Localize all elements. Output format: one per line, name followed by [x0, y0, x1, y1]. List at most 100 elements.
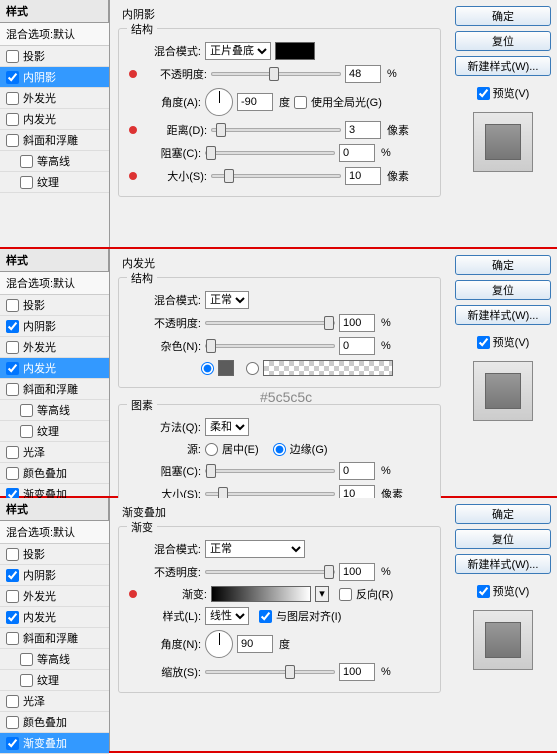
global-light-checkbox[interactable]	[294, 96, 307, 109]
sidebar-item-texture[interactable]: 纹理	[0, 172, 109, 193]
sidebar-item-innershadow[interactable]: 内阴影	[0, 565, 109, 586]
checkbox[interactable]	[6, 611, 19, 624]
dropdown-icon[interactable]: ▾	[315, 586, 329, 602]
sidebar-item-outerglow[interactable]: 外发光	[0, 586, 109, 607]
sidebar-item-dropshadow[interactable]: 投影	[0, 46, 109, 67]
reset-button[interactable]: 复位	[455, 280, 551, 300]
color-swatch[interactable]	[218, 360, 234, 376]
sidebar-item-bevel[interactable]: 斜面和浮雕	[0, 379, 109, 400]
blend-options[interactable]: 混合选项:默认	[0, 23, 109, 46]
checkbox[interactable]	[6, 467, 19, 480]
sidebar-item-innerglow[interactable]: 内发光	[0, 358, 109, 379]
opacity-input[interactable]	[345, 65, 381, 83]
checkbox[interactable]	[6, 569, 19, 582]
sidebar-item-texture[interactable]: 纹理	[0, 670, 109, 691]
gradient-swatch[interactable]	[263, 360, 393, 376]
angle-dial[interactable]	[205, 88, 233, 116]
newstyle-button[interactable]: 新建样式(W)...	[455, 554, 551, 574]
ok-button[interactable]: 确定	[455, 504, 551, 524]
checkbox[interactable]	[20, 653, 33, 666]
checkbox[interactable]	[6, 299, 19, 312]
reverse-checkbox[interactable]	[339, 588, 352, 601]
sidebar-item-bevel[interactable]: 斜面和浮雕	[0, 628, 109, 649]
blendmode-select[interactable]: 正常	[205, 291, 249, 309]
sidebar-item-dropshadow[interactable]: 投影	[0, 295, 109, 316]
opacity-slider[interactable]	[205, 321, 335, 325]
noise-slider[interactable]	[205, 344, 335, 348]
checkbox[interactable]	[6, 446, 19, 459]
newstyle-button[interactable]: 新建样式(W)...	[455, 305, 551, 325]
checkbox[interactable]	[20, 404, 33, 417]
checkbox[interactable]	[6, 113, 19, 126]
checkbox[interactable]	[20, 674, 33, 687]
blend-options[interactable]: 混合选项:默认	[0, 521, 109, 544]
checkbox[interactable]	[6, 92, 19, 105]
ok-button[interactable]: 确定	[455, 6, 551, 26]
sidebar-item-innershadow[interactable]: 内阴影	[0, 67, 109, 88]
angle-input[interactable]	[237, 93, 273, 111]
sidebar-item-coloroverlay[interactable]: 颜色叠加	[0, 712, 109, 733]
choke-input[interactable]	[339, 144, 375, 162]
blendmode-select[interactable]: 正片叠底	[205, 42, 271, 60]
choke-slider[interactable]	[205, 469, 335, 473]
sidebar-item-satin[interactable]: 光泽	[0, 691, 109, 712]
checkbox[interactable]	[6, 341, 19, 354]
scale-input[interactable]	[339, 663, 375, 681]
checkbox[interactable]	[6, 50, 19, 63]
sidebar-item-texture[interactable]: 纹理	[0, 421, 109, 442]
checkbox[interactable]	[6, 362, 19, 375]
checkbox[interactable]	[6, 134, 19, 147]
size-slider[interactable]	[205, 492, 335, 496]
preview-checkbox[interactable]	[477, 87, 490, 100]
size-slider[interactable]	[211, 174, 341, 178]
checkbox[interactable]	[6, 548, 19, 561]
angle-dial[interactable]	[205, 630, 233, 658]
checkbox[interactable]	[6, 737, 19, 750]
angle-input[interactable]	[237, 635, 273, 653]
checkbox[interactable]	[6, 590, 19, 603]
checkbox[interactable]	[6, 632, 19, 645]
preview-checkbox[interactable]	[477, 585, 490, 598]
choke-input[interactable]	[339, 462, 375, 480]
sidebar-item-bevel[interactable]: 斜面和浮雕	[0, 130, 109, 151]
preview-checkbox[interactable]	[477, 336, 490, 349]
sidebar-item-outerglow[interactable]: 外发光	[0, 337, 109, 358]
choke-slider[interactable]	[205, 151, 335, 155]
ok-button[interactable]: 确定	[455, 255, 551, 275]
noise-input[interactable]	[339, 337, 375, 355]
distance-input[interactable]	[345, 121, 381, 139]
checkbox[interactable]	[6, 695, 19, 708]
opacity-slider[interactable]	[205, 570, 335, 574]
size-input[interactable]	[345, 167, 381, 185]
style-select[interactable]: 线性	[205, 607, 249, 625]
sidebar-item-dropshadow[interactable]: 投影	[0, 544, 109, 565]
reset-button[interactable]: 复位	[455, 529, 551, 549]
sidebar-item-satin[interactable]: 光泽	[0, 442, 109, 463]
distance-slider[interactable]	[211, 128, 341, 132]
checkbox[interactable]	[6, 716, 19, 729]
blend-options[interactable]: 混合选项:默认	[0, 272, 109, 295]
checkbox[interactable]	[20, 425, 33, 438]
scale-slider[interactable]	[205, 670, 335, 674]
sidebar-item-outerglow[interactable]: 外发光	[0, 88, 109, 109]
gradient-radio[interactable]	[246, 362, 259, 375]
sidebar-item-gradoverlay[interactable]: 渐变叠加	[0, 733, 109, 754]
reset-button[interactable]: 复位	[455, 31, 551, 51]
checkbox[interactable]	[20, 155, 33, 168]
technique-select[interactable]: 柔和	[205, 418, 249, 436]
sidebar-item-contour[interactable]: 等高线	[0, 151, 109, 172]
sidebar-item-contour[interactable]: 等高线	[0, 649, 109, 670]
source-edge-radio[interactable]	[273, 443, 286, 456]
sidebar-item-innershadow[interactable]: 内阴影	[0, 316, 109, 337]
align-checkbox[interactable]	[259, 610, 272, 623]
checkbox[interactable]	[20, 176, 33, 189]
sidebar-item-innerglow[interactable]: 内发光	[0, 607, 109, 628]
opacity-input[interactable]	[339, 314, 375, 332]
checkbox[interactable]	[6, 383, 19, 396]
sidebar-item-contour[interactable]: 等高线	[0, 400, 109, 421]
color-radio[interactable]	[201, 362, 214, 375]
checkbox[interactable]	[6, 71, 19, 84]
blendmode-select[interactable]: 正常	[205, 540, 305, 558]
opacity-input[interactable]	[339, 563, 375, 581]
gradient-picker[interactable]	[211, 586, 311, 602]
